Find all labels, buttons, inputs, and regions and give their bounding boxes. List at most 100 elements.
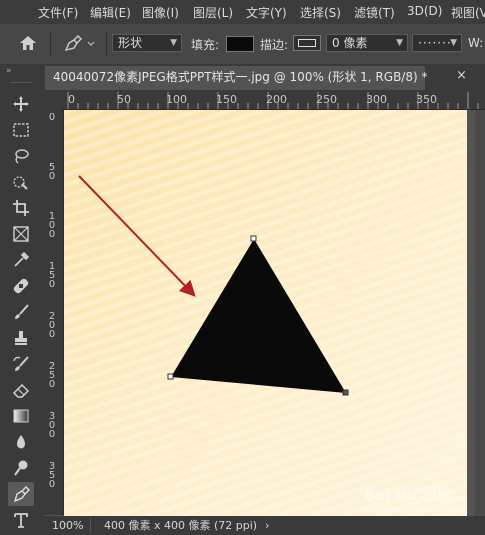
menu-3d[interactable]: 3D(D): [407, 4, 442, 18]
menu-view[interactable]: 视图(V): [451, 4, 485, 21]
ruler-label: 3 5 0: [48, 461, 56, 490]
crop-icon: [13, 200, 29, 216]
width-label: W:: [468, 36, 484, 50]
ruler-label: 100: [166, 93, 187, 106]
eyedropper-tool[interactable]: [8, 248, 34, 272]
type-tool[interactable]: [8, 508, 34, 532]
brush-tool[interactable]: [8, 300, 34, 324]
options-bar: 形状 ▼ 填充: 描边: 0 像素 ▼ ······· ▼ W:: [0, 24, 485, 65]
stroke-type-dots: ·······: [418, 36, 452, 50]
healing-tool[interactable]: [8, 274, 34, 298]
ruler-label: 5 0: [48, 162, 56, 182]
vertical-ruler[interactable]: 0 5 0 1 0 0 1 5 0 2 0 0 2 5 0 3 0 0 3 5 …: [43, 109, 64, 515]
ruler-label: 0: [48, 112, 56, 123]
menu-bar: 文件(F) 编辑(E) 图像(I) 图层(L) 文字(Y) 选择(S) 滤镜(T…: [0, 0, 485, 24]
ruler-label: 350: [416, 93, 437, 106]
close-icon[interactable]: ×: [456, 68, 467, 83]
drop-icon: [17, 435, 25, 449]
tool-mode-select[interactable]: 形状 ▼: [112, 34, 182, 52]
quick-select-icon: [13, 176, 28, 190]
tool-mode-value: 形状: [118, 36, 143, 50]
fill-label: 填充:: [191, 38, 220, 52]
gradient-tool[interactable]: [8, 404, 34, 428]
toolbar: »: [0, 64, 44, 535]
status-menu-arrow[interactable]: ›: [265, 516, 269, 535]
history-brush-tool[interactable]: [8, 352, 34, 376]
menu-file[interactable]: 文件(F): [38, 4, 78, 21]
ruler-label: 50: [117, 93, 131, 106]
document-tab[interactable]: 40040072像素JPEG格式PPT样式一.jpg @ 100% (形状 1,…: [45, 66, 428, 90]
document-tab-title: 40040072像素JPEG格式PPT样式一.jpg @ 100% (形状 1,…: [53, 70, 428, 84]
document-tab-bar: 40040072像素JPEG格式PPT样式一.jpg @ 100% (形状 1,…: [43, 64, 485, 90]
eraser-tool[interactable]: [8, 378, 34, 402]
blur-tool[interactable]: [8, 430, 34, 454]
pen-icon: [13, 486, 30, 503]
ruler-label: 250: [316, 93, 337, 106]
lasso-icon: [15, 149, 29, 164]
ruler-label: 2 0 0: [48, 311, 56, 340]
status-bar: 100% 400 像素 x 400 像素 (72 ppi) ›: [43, 516, 485, 535]
stroke-color-swatch[interactable]: [293, 35, 321, 51]
vertical-scrollbar[interactable]: [475, 110, 485, 516]
ruler-label: 3 0 0: [48, 411, 56, 440]
zoom-level[interactable]: 100%: [52, 516, 83, 535]
watermark-url: jingyan.baidu.com: [363, 505, 447, 515]
frame-icon: [13, 226, 29, 242]
document-size: 400 像素 x 400 像素 (72 ppi): [104, 519, 258, 532]
home-icon[interactable]: [18, 34, 40, 54]
watermark: Bai du 经验 jingyan.baidu.com: [363, 486, 454, 515]
ruler-origin[interactable]: [43, 90, 63, 109]
marquee-icon: [13, 123, 29, 137]
gradient-icon: [13, 409, 29, 423]
type-icon: [14, 513, 28, 528]
quick-select-tool[interactable]: [8, 170, 34, 194]
chevron-down-icon: ▼: [450, 38, 457, 48]
dodge-tool[interactable]: [8, 456, 34, 480]
watermark-brand: Bai du 经验: [364, 486, 454, 504]
ruler-label: 200: [266, 93, 287, 106]
fill-color-swatch[interactable]: [226, 36, 254, 52]
stamp-icon: [15, 331, 27, 345]
ruler-label: 1 0 0: [48, 211, 56, 240]
pen-tool[interactable]: [8, 482, 34, 506]
document-canvas[interactable]: Bai du 经验 jingyan.baidu.com: [64, 110, 467, 516]
menu-filter[interactable]: 滤镜(T): [354, 4, 395, 21]
menu-layer[interactable]: 图层(L): [193, 4, 233, 21]
marquee-tool[interactable]: [8, 118, 34, 142]
pen-tool-preset-picker[interactable]: [62, 34, 102, 54]
history-brush-icon: [13, 356, 29, 371]
bandage-icon: [13, 278, 29, 294]
pen-icon: [64, 35, 95, 52]
ruler-label: 300: [366, 93, 387, 106]
ruler-label: 150: [216, 93, 237, 106]
chevron-down-icon: ▼: [396, 38, 403, 48]
menu-select[interactable]: 选择(S): [300, 4, 341, 21]
eyedropper-icon: [14, 251, 30, 267]
anchor-point[interactable]: [342, 389, 349, 396]
brush-icon: [15, 304, 29, 319]
ruler-label: 0: [68, 93, 75, 106]
canvas-image: Bai du 经验 jingyan.baidu.com: [64, 110, 467, 516]
clone-stamp-tool[interactable]: [8, 326, 34, 350]
crop-tool[interactable]: [8, 196, 34, 220]
stroke-type-select[interactable]: ······· ▼: [412, 34, 462, 52]
chevron-down-icon: ▼: [170, 38, 177, 48]
horizontal-ruler[interactable]: 0 50 100 150 200 250 300 350: [63, 90, 485, 110]
eraser-icon: [12, 383, 30, 398]
dodge-icon: [14, 460, 28, 476]
stroke-width-value: 0 像素: [332, 36, 368, 50]
stroke-width-select[interactable]: 0 像素 ▼: [326, 34, 408, 52]
move-icon: [13, 96, 29, 112]
lasso-tool[interactable]: [8, 144, 34, 168]
menu-edit[interactable]: 编辑(E): [90, 4, 131, 21]
stroke-label: 描边:: [260, 38, 289, 52]
anchor-point[interactable]: [167, 373, 174, 380]
move-tool[interactable]: [8, 92, 34, 116]
menu-image[interactable]: 图像(I): [142, 4, 179, 21]
collapse-panel-icon[interactable]: »: [6, 66, 12, 76]
ruler-label: 2 5 0: [48, 361, 56, 390]
ruler-label: 1 5 0: [48, 261, 56, 290]
anchor-point[interactable]: [250, 235, 257, 242]
menu-type[interactable]: 文字(Y): [246, 4, 287, 21]
frame-tool[interactable]: [8, 222, 34, 246]
